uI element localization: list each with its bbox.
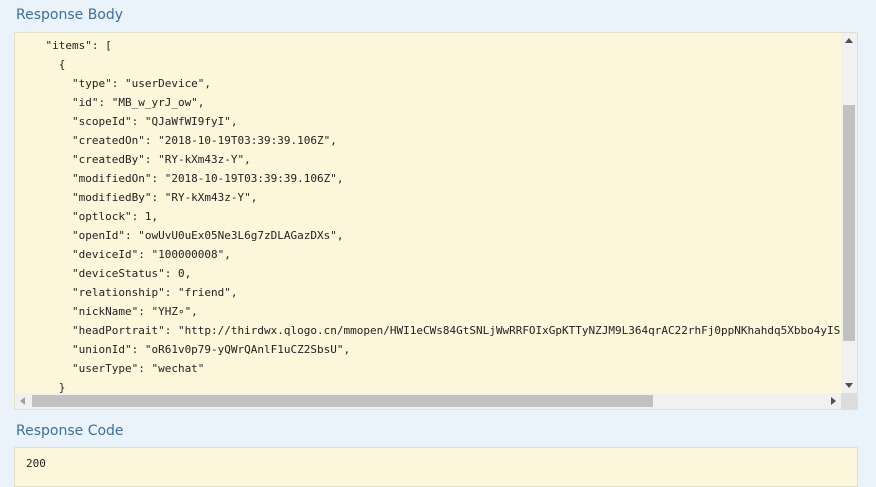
response-body-title: Response Body xyxy=(16,7,124,23)
response-code-value: 200 xyxy=(26,457,46,470)
response-code-title: Response Code xyxy=(16,423,124,439)
response-body-box[interactable]: "items": [ { "type": "userDevice", "id":… xyxy=(14,32,858,410)
scroll-up-arrow-icon[interactable] xyxy=(845,38,853,43)
json-line: "modifiedOn": "2018-10-19T03:39:39.106Z"… xyxy=(19,172,344,185)
horizontal-scroll-thumb[interactable] xyxy=(32,395,653,407)
scroll-right-arrow-icon[interactable] xyxy=(831,397,836,405)
response-code-box[interactable]: 200 xyxy=(14,447,858,487)
scroll-left-arrow-icon[interactable] xyxy=(20,397,25,405)
json-line: { xyxy=(19,58,66,71)
scrollbar-corner xyxy=(841,393,857,409)
response-body-content[interactable]: "items": [ { "type": "userDevice", "id":… xyxy=(15,33,841,393)
horizontal-scrollbar[interactable] xyxy=(15,393,841,409)
vertical-scrollbar[interactable] xyxy=(841,33,857,393)
json-line: "deviceId": "100000008", xyxy=(19,248,231,261)
json-line: } xyxy=(19,381,66,393)
json-line: "id": "MB_w_yrJ_ow", xyxy=(19,96,205,109)
json-line: "scopeId": "QJaWfWI9fyI", xyxy=(19,115,238,128)
json-line: "headPortrait": "http://thirdwx.qlogo.cn… xyxy=(19,324,841,337)
json-line: "unionId": "oR61v0p79-yQWrQAnlF1uCZ2SbsU… xyxy=(19,343,351,356)
json-line: "items": [ xyxy=(19,39,112,52)
json-line: "createdOn": "2018-10-19T03:39:39.106Z", xyxy=(19,134,337,147)
json-line: "type": "userDevice", xyxy=(19,77,212,90)
json-line: "openId": "owUvU0uEx05Ne3L6g7zDLAGazDXs"… xyxy=(19,229,344,242)
json-line: "userType": "wechat" xyxy=(19,362,205,375)
response-panel: Response Body "items": [ { "type": "user… xyxy=(6,0,870,487)
json-line: "nickName": "YHZ∘", xyxy=(19,305,198,318)
scroll-down-arrow-icon[interactable] xyxy=(845,383,853,388)
response-body-json: "items": [ { "type": "userDevice", "id":… xyxy=(19,36,841,393)
json-line: "optlock": 1, xyxy=(19,210,159,223)
json-line: "modifiedBy": "RY-kXm43z-Y", xyxy=(19,191,258,204)
vertical-scroll-thumb[interactable] xyxy=(843,105,855,341)
json-line: "relationship": "friend", xyxy=(19,286,238,299)
json-line: "deviceStatus": 0, xyxy=(19,267,192,280)
json-line: "createdBy": "RY-kXm43z-Y", xyxy=(19,153,251,166)
